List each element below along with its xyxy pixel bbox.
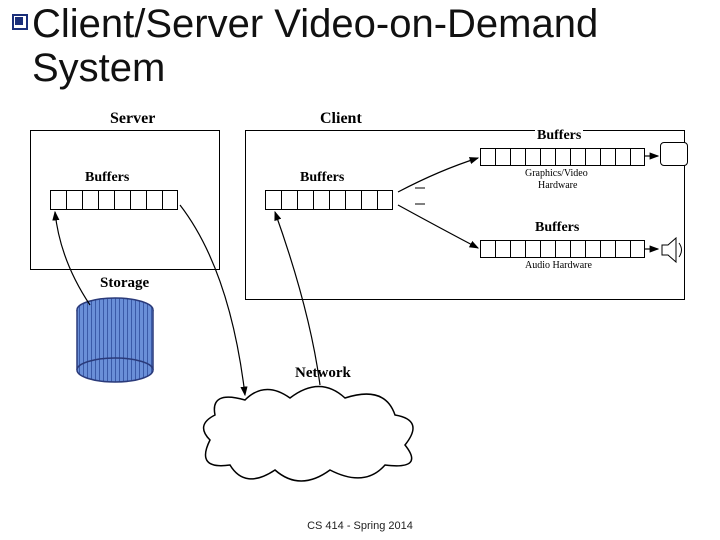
slide: Client/Server Video-on-Demand System Ser…: [0, 0, 720, 540]
diagram-area: Server Client Buffers Buffers: [20, 110, 700, 480]
arrows: [20, 110, 700, 480]
title-bullet-icon: [12, 14, 28, 30]
slide-title: Client/Server Video-on-Demand System: [32, 2, 702, 90]
slide-footer: CS 414 - Spring 2014: [0, 520, 720, 532]
